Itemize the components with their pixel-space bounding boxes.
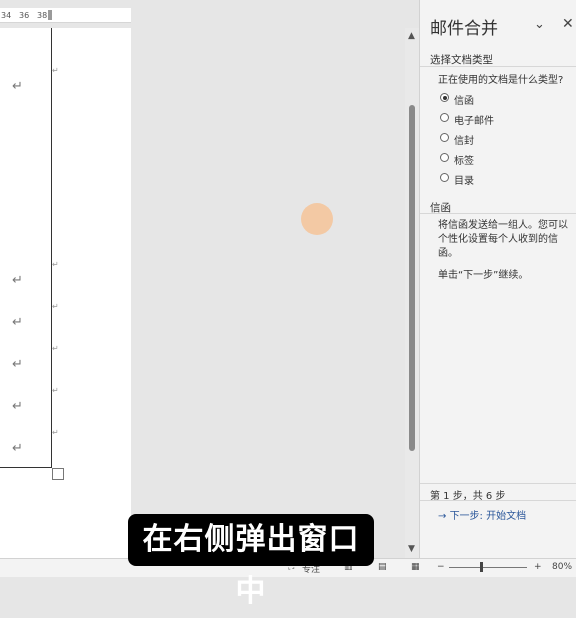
option-label: 电子邮件 bbox=[454, 116, 494, 127]
divider bbox=[420, 66, 576, 67]
paragraph-mark: ↵ bbox=[12, 357, 23, 372]
option-label: 信封 bbox=[454, 136, 474, 147]
option-letter[interactable]: 信函 bbox=[440, 92, 474, 107]
paragraph-mark: ↵ bbox=[12, 441, 23, 456]
cursor-highlight-circle bbox=[301, 203, 333, 235]
scroll-down-icon[interactable]: ▼ bbox=[408, 544, 415, 554]
option-label: 标签 bbox=[454, 156, 474, 167]
document-type-question: 正在使用的文档是什么类型? bbox=[438, 75, 564, 86]
zoom-slider-thumb[interactable] bbox=[480, 562, 483, 572]
radio-button[interactable] bbox=[440, 113, 449, 122]
option-label: 目录 bbox=[454, 176, 474, 187]
section-heading-document-type: 选择文档类型 bbox=[430, 54, 493, 66]
option-email[interactable]: 电子邮件 bbox=[440, 112, 494, 127]
next-step-label: 下一步: 开始文档 bbox=[449, 511, 527, 522]
print-layout-icon[interactable]: ▤ bbox=[378, 562, 387, 572]
ruler-mark: 36 bbox=[19, 11, 30, 20]
cell-end-mark: ↵ bbox=[52, 302, 59, 311]
cell-end-mark: ↵ bbox=[52, 66, 59, 75]
scroll-up-icon[interactable]: ▲ bbox=[408, 31, 415, 41]
paragraph-mark: ↵ bbox=[12, 315, 23, 330]
paragraph-mark: ↵ bbox=[12, 399, 23, 414]
continue-hint: 单击“下一步”继续。 bbox=[438, 270, 529, 281]
zoom-slider[interactable] bbox=[449, 567, 527, 568]
table-border bbox=[51, 28, 52, 468]
option-envelope[interactable]: 信封 bbox=[440, 132, 474, 147]
option-directory[interactable]: 目录 bbox=[440, 172, 474, 187]
divider bbox=[420, 483, 576, 484]
pane-title: 邮件合并 bbox=[430, 19, 498, 39]
document-page[interactable] bbox=[0, 28, 131, 558]
ruler-margin-marker[interactable] bbox=[48, 10, 52, 20]
chevron-down-icon[interactable]: ⌄ bbox=[534, 17, 545, 32]
cell-end-mark: ↵ bbox=[52, 386, 59, 395]
cell-end-mark: ↵ bbox=[52, 260, 59, 269]
subtitle-caption: 在右侧弹出窗口中 bbox=[128, 514, 374, 609]
arrow-right-icon: → bbox=[438, 511, 450, 522]
zoom-level[interactable]: 80% bbox=[552, 562, 572, 572]
ruler-mark: 34 bbox=[1, 11, 12, 20]
zoom-out-button[interactable]: − bbox=[437, 562, 445, 572]
cell-end-mark: ↵ bbox=[52, 344, 59, 353]
horizontal-ruler[interactable]: 34 36 38 bbox=[0, 8, 131, 23]
option-labels[interactable]: 标签 bbox=[440, 152, 474, 167]
radio-button[interactable] bbox=[440, 173, 449, 182]
web-layout-icon[interactable]: ▦ bbox=[411, 562, 420, 572]
divider bbox=[420, 500, 576, 501]
radio-button[interactable] bbox=[440, 153, 449, 162]
ruler-mark: 38 bbox=[37, 11, 48, 20]
mail-merge-pane: 邮件合并 ⌄ ✕ 选择文档类型 正在使用的文档是什么类型? 信函 电子邮件 信封… bbox=[419, 0, 576, 558]
document-background bbox=[131, 28, 403, 558]
table-resize-handle[interactable] bbox=[52, 468, 64, 480]
scrollbar-thumb[interactable] bbox=[409, 105, 415, 451]
radio-button[interactable] bbox=[440, 93, 449, 102]
paragraph-mark: ↵ bbox=[12, 273, 23, 288]
option-label: 信函 bbox=[454, 96, 474, 107]
cell-end-mark: ↵ bbox=[52, 428, 59, 437]
next-step-link[interactable]: → 下一步: 开始文档 bbox=[438, 507, 526, 522]
letter-description: 将信函发送给一组人。您可以个性化设置每个人收到的信函。 bbox=[438, 220, 568, 259]
zoom-in-button[interactable]: + bbox=[534, 562, 542, 572]
radio-button[interactable] bbox=[440, 133, 449, 142]
divider bbox=[420, 213, 576, 214]
close-icon[interactable]: ✕ bbox=[562, 16, 574, 32]
table-border bbox=[0, 467, 52, 468]
paragraph-mark: ↵ bbox=[12, 79, 23, 94]
